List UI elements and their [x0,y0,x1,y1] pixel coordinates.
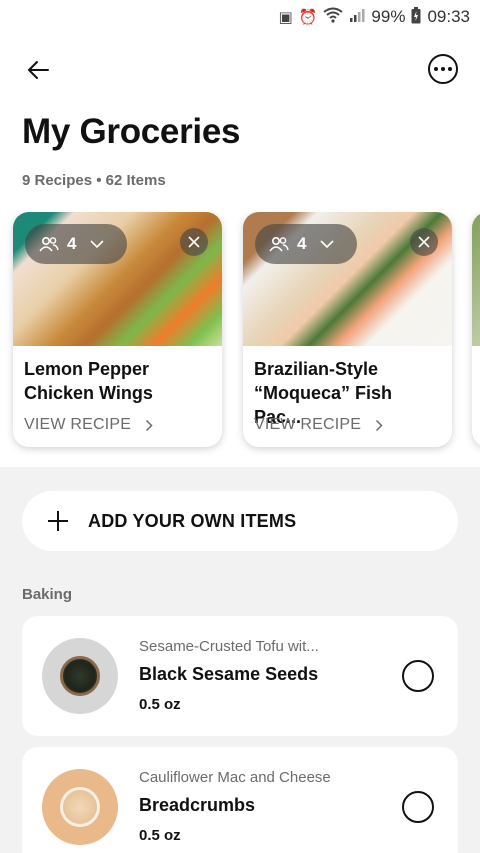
view-recipe-label: VIEW RECIPE [24,416,132,433]
recipe-image [472,212,480,346]
item-quantity: 0.5 oz [139,827,181,844]
chevron-down-icon [90,240,105,249]
add-own-items-label: ADD YOUR OWN ITEMS [88,510,297,531]
recipe-title: Lemon Pepper Chicken Wings [24,359,153,403]
recipe-card[interactable]: 4 Lemon Pepper Chicken Wings VIEW RECIPE [13,212,222,447]
battery-level: 99% [371,7,406,26]
item-recipe-source: Cauliflower Mac and Cheese [139,769,331,786]
more-options-button[interactable] [428,54,458,84]
plus-icon [48,511,68,531]
view-recipe-link[interactable]: VIEW RECIPE [254,416,383,434]
more-dot [441,67,445,71]
recipe-image: 4 [243,212,452,346]
recipe-carousel[interactable]: 4 Lemon Pepper Chicken Wings VIEW RECIPE… [0,212,480,457]
servings-count: 4 [67,234,77,253]
signal-icon [349,7,365,27]
remove-recipe-button[interactable] [180,228,208,256]
chevron-down-icon [320,240,335,249]
close-icon [418,236,430,248]
clock: 09:33 [427,7,470,26]
item-name: Black Sesame Seeds [139,664,319,684]
item-image [42,769,118,845]
battery-icon [411,6,421,28]
item-image [42,638,118,714]
view-recipe-label: VIEW RECIPE [254,416,362,433]
top-app-bar [0,48,480,92]
servings-selector[interactable]: 4 [255,224,357,264]
people-icon [269,236,289,252]
item-quantity: 0.5 oz [139,696,181,713]
chevron-right-icon [376,419,383,431]
grocery-item[interactable]: Sesame-Crusted Tofu wit... Black Sesame … [22,616,458,736]
item-bowl [60,787,100,827]
close-icon [188,236,200,248]
page-subtitle: 9 Recipes • 62 Items [22,172,166,189]
people-icon [39,236,59,252]
grocery-item[interactable]: Cauliflower Mac and Cheese Breadcrumbs 0… [22,747,458,853]
chevron-right-icon [146,419,153,431]
grocery-list-section: ADD YOUR OWN ITEMS Baking Sesame-Crusted… [0,467,480,853]
servings-selector[interactable]: 4 [25,224,127,264]
wifi-icon [323,7,344,27]
back-button[interactable] [22,54,54,86]
add-own-items-button[interactable]: ADD YOUR OWN ITEMS [22,491,458,551]
view-recipe-link[interactable]: VIEW RECIPE [24,416,153,434]
battery-saver-icon: ▣ [278,9,293,26]
category-heading: Baking [22,586,73,603]
item-checkbox[interactable] [402,791,434,823]
alarm-icon: ⏰ [298,9,318,26]
more-dot [448,67,452,71]
recipe-card-partial[interactable] [472,212,480,447]
item-name: Breadcrumbs [139,795,256,815]
more-dots-icon [434,67,438,71]
recipe-image: 4 [13,212,222,346]
item-checkbox[interactable] [402,660,434,692]
item-recipe-source: Sesame-Crusted Tofu wit... [139,638,319,655]
item-bowl [60,656,100,696]
back-arrow-icon [28,61,49,79]
page-title: My Groceries [22,112,241,151]
servings-count: 4 [297,234,307,253]
status-bar: ▣ ⏰ 99% 09:33 [0,0,480,34]
recipe-card[interactable]: 4 Brazilian-Style “Moqueca” Fish Pac... … [243,212,452,447]
remove-recipe-button[interactable] [410,228,438,256]
